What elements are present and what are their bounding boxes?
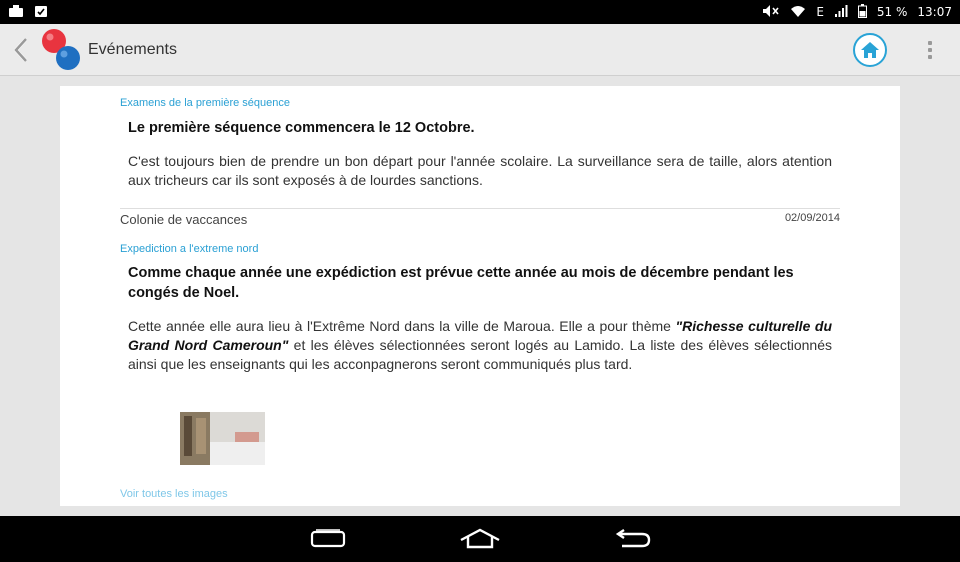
page-title: Evénements bbox=[88, 40, 177, 58]
status-bar-right: E 51 % 13:07 bbox=[762, 3, 952, 21]
wifi-icon bbox=[790, 4, 806, 21]
overflow-menu-button[interactable] bbox=[920, 36, 940, 64]
chevron-left-icon bbox=[13, 37, 28, 62]
home-icon bbox=[861, 42, 879, 58]
app-logo bbox=[38, 27, 84, 73]
events-content[interactable]: Examens de la première séquence Le premi… bbox=[60, 86, 900, 506]
clock: 13:07 bbox=[917, 5, 952, 19]
dot bbox=[928, 41, 932, 45]
battery-icon bbox=[857, 3, 867, 21]
home-button[interactable] bbox=[853, 33, 887, 67]
event-date: 02/09/2014 bbox=[784, 212, 840, 224]
event-body: C'est toujours bien de prendre un bon dé… bbox=[128, 153, 832, 188]
back-nav-button[interactable] bbox=[610, 524, 654, 554]
app-bar: Evénements bbox=[0, 24, 960, 76]
event-subtitle[interactable]: Expediction a l'extreme nord bbox=[120, 243, 258, 255]
home-nav-button[interactable] bbox=[458, 524, 502, 554]
see-all-images-link[interactable]: Voir toutes les images bbox=[120, 488, 228, 500]
status-bar: E 51 % 13:07 bbox=[0, 0, 960, 24]
event-image-thumbnail[interactable] bbox=[180, 412, 265, 465]
back-button[interactable] bbox=[4, 24, 38, 76]
divider bbox=[120, 208, 840, 209]
mute-icon bbox=[762, 4, 780, 21]
recent-apps-button[interactable] bbox=[306, 524, 350, 554]
event-body-text: Cette année elle aura lieu à l'Extrême N… bbox=[128, 318, 676, 334]
network-type: E bbox=[816, 5, 824, 19]
back-nav-icon bbox=[615, 529, 651, 548]
dot bbox=[928, 48, 932, 52]
event-body: Cette année elle aura lieu à l'Extrême N… bbox=[128, 317, 832, 374]
dot bbox=[928, 55, 932, 59]
calendar-check-icon bbox=[34, 4, 48, 21]
status-bar-left bbox=[8, 4, 48, 21]
system-navigation-bar bbox=[0, 516, 960, 562]
home-nav-icon bbox=[460, 528, 500, 549]
notification-icon bbox=[8, 4, 24, 21]
battery-level: 51 % bbox=[876, 5, 908, 19]
event-subtitle[interactable]: Examens de la première séquence bbox=[120, 97, 290, 109]
event-headline: Le première séquence commencera le 12 Oc… bbox=[128, 120, 475, 136]
event-category: Colonie de vaccances bbox=[120, 212, 248, 227]
event-headline: Comme chaque année une expédiction est p… bbox=[128, 265, 794, 301]
signal-icon bbox=[834, 4, 848, 21]
recent-apps-icon bbox=[310, 529, 346, 548]
